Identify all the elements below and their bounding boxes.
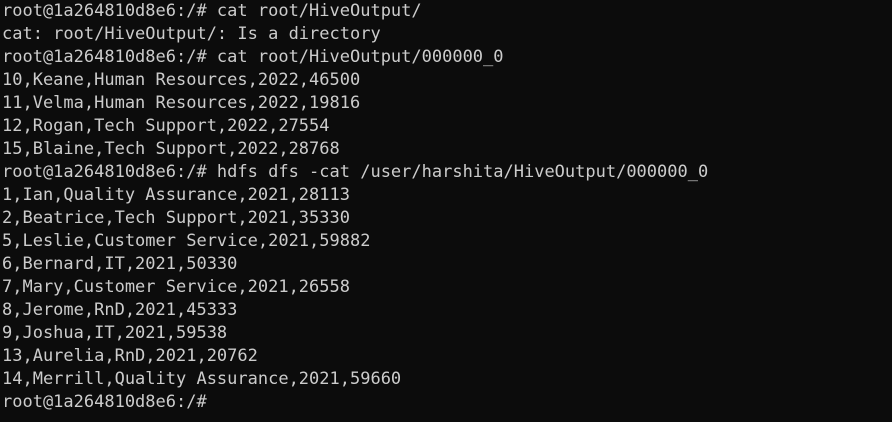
terminal-line-error: cat: root/HiveOutput/: Is a directory bbox=[2, 24, 381, 44]
terminal-line-command: root@1a264810d8e6:/# cat root/HiveOutput… bbox=[2, 47, 504, 67]
terminal-line-output: 14,Merrill,Quality Assurance,2021,59660 bbox=[2, 369, 402, 389]
terminal-line-command: root@1a264810d8e6:/# hdfs dfs -cat /user… bbox=[2, 162, 709, 182]
terminal-line-output: 6,Bernard,IT,2021,50330 bbox=[2, 254, 238, 274]
terminal-prompt[interactable]: root@1a264810d8e6:/# bbox=[2, 391, 892, 414]
terminal-line-output: 8,Jerome,RnD,2021,45333 bbox=[2, 300, 238, 320]
terminal-line-output: 2,Beatrice,Tech Support,2021,35330 bbox=[2, 208, 350, 228]
terminal-line-output: 5,Leslie,Customer Service,2021,59882 bbox=[2, 231, 371, 251]
terminal-line-output: 9,Joshua,IT,2021,59538 bbox=[2, 323, 228, 343]
terminal-window[interactable]: root@1a264810d8e6:/# cat root/HiveOutput… bbox=[0, 0, 892, 422]
terminal-line-output: 12,Rogan,Tech Support,2022,27554 bbox=[2, 116, 330, 136]
terminal-line-output: 1,Ian,Quality Assurance,2021,28113 bbox=[2, 185, 350, 205]
terminal-line-output: 10,Keane,Human Resources,2022,46500 bbox=[2, 70, 361, 90]
terminal-line-output: 7,Mary,Customer Service,2021,26558 bbox=[2, 277, 350, 297]
terminal-line-output: 11,Velma,Human Resources,2022,19816 bbox=[2, 93, 361, 113]
terminal-line-output: 15,Blaine,Tech Support,2022,28768 bbox=[2, 139, 340, 159]
terminal-line-command: root@1a264810d8e6:/# cat root/HiveOutput… bbox=[2, 1, 422, 21]
terminal-line-output: 13,Aurelia,RnD,2021,20762 bbox=[2, 346, 258, 366]
